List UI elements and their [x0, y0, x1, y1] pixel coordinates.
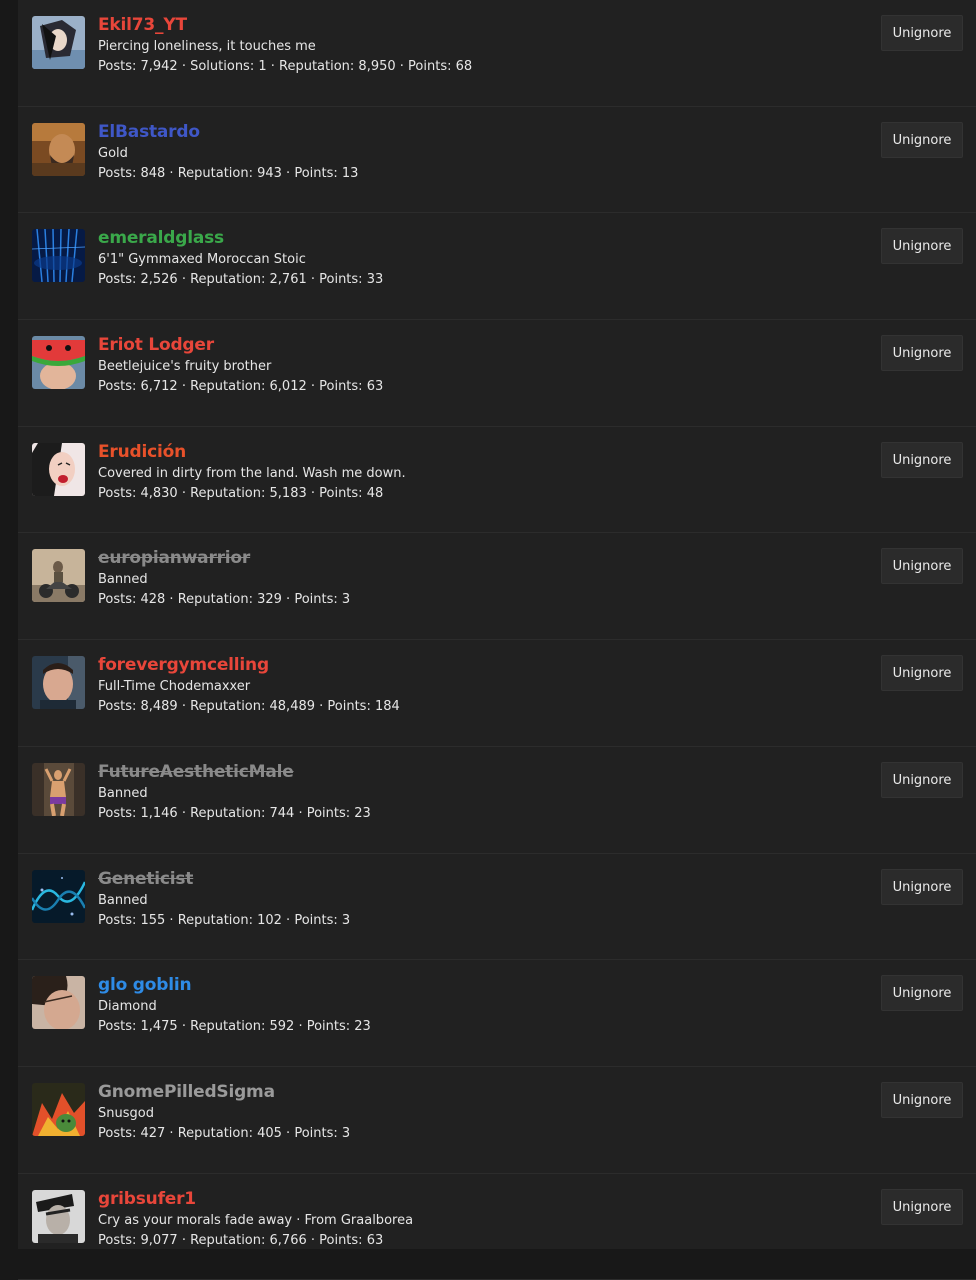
user-title: Snusgod [98, 1105, 154, 1121]
unignore-button[interactable]: Unignore [881, 121, 963, 158]
unignore-button[interactable]: Unignore [881, 228, 963, 265]
list-item: europianwarrior Banned Posts: 428 · Repu… [18, 533, 976, 641]
avatar[interactable] [32, 16, 85, 69]
list-item: FutureAestheticMale Banned Posts: 1,146 … [18, 747, 976, 854]
avatar[interactable] [32, 976, 85, 1030]
list-item: ElBastardo Gold Posts: 848 · Reputation:… [18, 107, 976, 214]
avatar[interactable] [32, 762, 85, 816]
username-link[interactable]: forevergymcelling [98, 654, 400, 676]
username-link[interactable]: ElBastardo [98, 121, 358, 143]
user-stats: Posts: 1,146 · Reputation: 744 · Points:… [98, 805, 371, 821]
user-title: 6'1" Gymmaxed Moroccan Stoic [98, 252, 306, 268]
username-link[interactable]: GnomePilledSigma [98, 1081, 350, 1103]
unignore-button[interactable]: Unignore [881, 655, 963, 692]
user-title: Piercing loneliness, it touches me [98, 39, 316, 54]
user-stats: Posts: 6,712 · Reputation: 6,012 · Point… [98, 379, 384, 395]
avatar[interactable] [32, 1082, 85, 1136]
avatar[interactable] [32, 229, 85, 283]
username-link[interactable]: glo goblin [98, 974, 371, 996]
list-item: emeraldglass 6'1" Gymmaxed Moroccan Stoi… [18, 213, 976, 321]
list-item: glo goblin Diamond Posts: 1,475 · Reputa… [18, 960, 976, 1067]
avatar[interactable] [32, 549, 85, 603]
user-stats: Posts: 155 · Reputation: 102 · Points: 3 [98, 912, 351, 928]
list-item: GnomePilledSigma Snusgod Posts: 427 · Re… [18, 1067, 976, 1174]
user-title: Diamond [98, 999, 157, 1015]
user-title: Full-Time Chodemaxxer [98, 679, 251, 695]
avatar[interactable] [32, 122, 85, 176]
user-title: Cry as your morals fade away · From Graa… [98, 1212, 414, 1228]
avatar[interactable] [32, 656, 85, 710]
username-link[interactable]: Ekil73_YT [98, 14, 472, 36]
user-stats: Posts: 2,526 · Reputation: 2,761 · Point… [98, 272, 384, 288]
user-title: Beetlejuice's fruity brother [98, 359, 272, 375]
unignore-button[interactable]: Unignore [881, 335, 963, 372]
unignore-button[interactable]: Unignore [881, 975, 963, 1012]
list-item: Ekil73_YT Piercing loneliness, it touche… [18, 0, 976, 107]
username-link[interactable]: gribsufer1 [98, 1188, 413, 1210]
username-link[interactable]: Geneticist [98, 868, 350, 890]
user-stats: Posts: 848 · Reputation: 943 · Points: 1… [98, 165, 359, 181]
avatar[interactable] [32, 442, 85, 496]
unignore-button[interactable]: Unignore [881, 1188, 963, 1225]
unignore-button[interactable]: Unignore [881, 761, 963, 798]
username-link[interactable]: europianwarrior [98, 547, 350, 569]
username-link[interactable]: Erudición [98, 441, 406, 463]
user-stats: Posts: 1,475 · Reputation: 592 · Points:… [98, 1019, 371, 1035]
unignore-button[interactable]: Unignore [881, 548, 963, 585]
user-stats: Posts: 7,942 · Solutions: 1 · Reputation… [98, 59, 473, 74]
unignore-button[interactable]: Unignore [881, 15, 963, 51]
list-item: Eriot Lodger Beetlejuice's fruity brothe… [18, 320, 976, 427]
user-stats: Posts: 428 · Reputation: 329 · Points: 3 [98, 592, 351, 608]
user-title: Banned [98, 572, 148, 588]
avatar[interactable] [32, 336, 85, 390]
user-stats: Posts: 8,489 · Reputation: 48,489 · Poin… [98, 699, 400, 715]
user-title: Banned [98, 892, 148, 908]
avatar[interactable] [32, 869, 85, 923]
unignore-button[interactable]: Unignore [881, 868, 963, 905]
user-stats: Posts: 427 · Reputation: 405 · Points: 3 [98, 1125, 351, 1141]
list-item: gribsufer1 Cry as your morals fade away … [18, 1174, 976, 1280]
ignored-users-list: Ekil73_YT Piercing loneliness, it touche… [18, 0, 976, 1280]
list-item: Geneticist Banned Posts: 155 · Reputatio… [18, 854, 976, 961]
list-item: forevergymcelling Full-Time Chodemaxxer … [18, 640, 976, 747]
user-stats: Posts: 9,077 · Reputation: 6,766 · Point… [98, 1232, 384, 1248]
user-title: Banned [98, 785, 148, 801]
username-link[interactable]: Eriot Lodger [98, 334, 383, 356]
username-link[interactable]: emeraldglass [98, 227, 383, 249]
list-item: Erudición Covered in dirty from the land… [18, 427, 976, 534]
username-link[interactable]: FutureAestheticMale [98, 761, 371, 783]
unignore-button[interactable]: Unignore [881, 1081, 963, 1118]
user-title: Covered in dirty from the land. Wash me … [98, 465, 406, 481]
avatar[interactable] [32, 1189, 85, 1243]
user-title: Gold [98, 145, 128, 161]
user-stats: Posts: 4,830 · Reputation: 5,183 · Point… [98, 485, 384, 501]
unignore-button[interactable]: Unignore [881, 441, 963, 478]
